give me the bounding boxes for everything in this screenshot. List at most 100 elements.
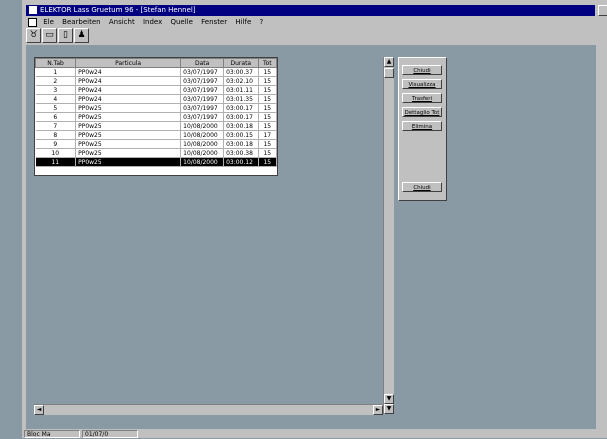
document-icon[interactable]: ▯	[58, 28, 73, 43]
cell-data: 03/07/1997	[180, 85, 225, 95]
scroll-right-arrow[interactable]: ►	[373, 405, 383, 415]
scroll-left-arrow[interactable]: ◄	[34, 405, 44, 415]
table-row[interactable]: 1 PP0w24 03/07/1997 03:00.37 15	[35, 67, 278, 77]
menu-index[interactable]: Index	[143, 18, 162, 26]
cell-tot: 15	[258, 157, 278, 167]
column-header-particula[interactable]: Particula	[75, 58, 182, 68]
scroll-down-arrow-upper[interactable]: ▼	[384, 394, 394, 404]
scroll-down-arrow[interactable]: ▼	[384, 404, 394, 414]
cell-tab: 1	[35, 67, 77, 77]
cell-durata: 03:00.17	[223, 103, 259, 113]
cell-durata: 03:00.38	[223, 148, 259, 158]
delete-button[interactable]: Elimina	[402, 121, 442, 131]
table-row[interactable]: 5 PP0w25 03/07/1997 03:00.17 15	[35, 103, 278, 113]
cell-data: 10/08/2000	[180, 139, 225, 149]
cell-tab: 2	[35, 76, 77, 86]
action-panel: Chiudi Visualizza Trasferi Dettaglio Tot…	[398, 57, 447, 201]
cell-tab: 3	[35, 85, 77, 95]
data-grid: N.Tab Particula Data Durata Tot 1 PP0w24 0…	[34, 57, 278, 176]
app-icon[interactable]	[29, 6, 37, 14]
status-pane-mode: Bloc Ma	[24, 430, 80, 438]
cell-particula: PP0w25	[75, 103, 182, 113]
view-button[interactable]: Visualizza	[402, 79, 442, 89]
table-row[interactable]: 4 PP0w24 03/07/1997 03:01.35 15	[35, 94, 278, 104]
cell-tab: 10	[35, 148, 77, 158]
cell-data: 10/08/2000	[180, 121, 225, 131]
table-header-row: N.Tab Particula Data Durata Tot	[34, 58, 278, 68]
cell-durata: 03:02.10	[223, 76, 259, 86]
cell-data: 10/08/2000	[180, 157, 225, 167]
column-header-tab[interactable]: N.Tab	[34, 58, 77, 68]
cell-data: 03/07/1997	[180, 103, 225, 113]
menu-view[interactable]: Ansicht	[109, 18, 135, 26]
table-row[interactable]: 8 PP0w25 10/08/2000 03:00.15 17	[35, 130, 278, 140]
cell-tot: 15	[258, 112, 278, 122]
column-header-tot[interactable]: Tot	[257, 58, 278, 68]
close-button[interactable]: Chiudi	[402, 182, 442, 192]
binoculars-icon[interactable]: ♉	[26, 28, 41, 43]
table-row[interactable]: 7 PP0w25 10/08/2000 03:00.18 15	[35, 121, 278, 131]
cell-particula: PP0w25	[75, 130, 182, 140]
detail-button[interactable]: Dettaglio Tot	[402, 107, 442, 117]
menu-window[interactable]: Fenster	[201, 18, 227, 26]
cell-particula: PP0w24	[75, 94, 182, 104]
cell-particula: PP0w25	[75, 157, 182, 167]
column-header-data[interactable]: Data	[180, 58, 225, 68]
cell-tab: 4	[35, 94, 77, 104]
table-row[interactable]: 3 PP0w24 03/07/1997 03:01.11 15	[35, 85, 278, 95]
cell-tot: 15	[258, 67, 278, 77]
table-row[interactable]: 6 PP0w25 03/07/1997 03:00.17 15	[35, 112, 278, 122]
cell-particula: PP0w25	[75, 139, 182, 149]
cell-data: 03/07/1997	[180, 94, 225, 104]
horizontal-scrollbar[interactable]: ◄ ►	[34, 404, 383, 415]
person-icon[interactable]: ♟	[74, 28, 89, 43]
menu-edit[interactable]: Bearbeiten	[62, 18, 100, 26]
cell-tot: 15	[258, 103, 278, 113]
status-pane-date: 01/07/0	[82, 430, 138, 438]
status-bar: Bloc Ma 01/07/0	[22, 429, 607, 438]
scroll-thumb-vertical[interactable]	[384, 68, 394, 78]
title-bar: ELEKTOR Lass Gruetum 96 - [Stefan Hennel…	[26, 5, 595, 16]
menu-bar: Ele Bearbeiten Ansicht Index Quelle Fens…	[26, 17, 596, 27]
document-menu-icon[interactable]	[28, 17, 37, 27]
window-title: ELEKTOR Lass Gruetum 96 - [Stefan Hennel…	[40, 6, 196, 14]
menu-file[interactable]: Ele	[43, 18, 54, 26]
close-top-button[interactable]: Chiudi	[402, 65, 442, 75]
cell-durata: 03:01.35	[223, 94, 259, 104]
vertical-scrollbar[interactable]: ▲ ▼ ▼	[383, 57, 394, 414]
scroll-up-arrow[interactable]: ▲	[384, 57, 394, 67]
cell-tot: 15	[258, 85, 278, 95]
cell-data: 03/07/1997	[180, 76, 225, 86]
menu-source[interactable]: Quelle	[170, 18, 192, 26]
minimize-button[interactable]	[598, 5, 607, 16]
menu-about[interactable]: ?	[260, 18, 264, 26]
cell-tot: 15	[258, 94, 278, 104]
toolbar: ♉ ▭ ▯ ♟	[26, 28, 106, 44]
cell-particula: PP0w24	[75, 85, 182, 95]
cell-tab: 8	[35, 130, 77, 140]
table-row[interactable]: 10 PP0w25 10/08/2000 03:00.38 15	[35, 148, 278, 158]
cell-tab: 6	[35, 112, 77, 122]
cell-durata: 03:00.18	[223, 121, 259, 131]
cell-tab: 11	[35, 157, 77, 167]
cell-data: 03/07/1997	[180, 67, 225, 77]
column-header-durata[interactable]: Durata	[223, 58, 259, 68]
cell-durata: 03:00.18	[223, 139, 259, 149]
cell-particula: PP0w24	[75, 67, 182, 77]
cell-durata: 03:00.12	[223, 157, 259, 167]
cell-tab: 5	[35, 103, 77, 113]
cell-particula: PP0w24	[75, 76, 182, 86]
table-row[interactable]: 2 PP0w24 03/07/1997 03:02.10 15	[35, 76, 278, 86]
monitor-icon[interactable]: ▭	[42, 28, 57, 43]
table-row[interactable]: 9 PP0w25 10/08/2000 03:00.18 15	[35, 139, 278, 149]
transfer-button[interactable]: Trasferi	[402, 93, 442, 103]
cell-durata: 03:00.17	[223, 112, 259, 122]
table-row[interactable]: 11 PP0w25 10/08/2000 03:00.12 15	[35, 157, 278, 167]
cell-durata: 03:00.15	[223, 130, 259, 140]
cell-particula: PP0w25	[75, 148, 182, 158]
cell-data: 03/07/1997	[180, 112, 225, 122]
cell-tot: 15	[258, 76, 278, 86]
cell-tot: 15	[258, 121, 278, 131]
cell-data: 10/08/2000	[180, 130, 225, 140]
menu-help[interactable]: Hilfe	[235, 18, 251, 26]
